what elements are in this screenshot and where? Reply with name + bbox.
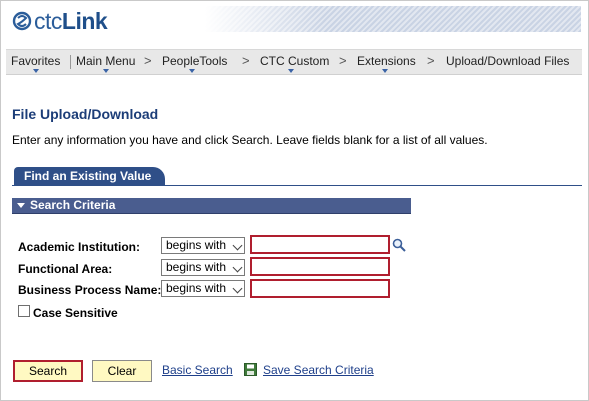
- nav-main-menu-caret-icon: [103, 69, 109, 73]
- logo-text-link: Link: [61, 7, 108, 34]
- nav-ctc-custom[interactable]: CTC Custom: [260, 54, 329, 68]
- nav-upload-download-files[interactable]: Upload/Download Files: [446, 54, 569, 68]
- save-search-criteria-link[interactable]: Save Search Criteria: [263, 363, 374, 377]
- nav-main-menu[interactable]: Main Menu: [76, 54, 135, 68]
- functional-area-input[interactable]: [250, 257, 390, 276]
- basic-search-link[interactable]: Basic Search: [162, 363, 233, 377]
- triangle-down-icon: [17, 203, 25, 208]
- business-process-name-input[interactable]: [250, 279, 390, 298]
- page-title: File Upload/Download: [12, 106, 159, 122]
- clear-button[interactable]: Clear: [92, 360, 152, 382]
- nav-chevron-icon: >: [242, 53, 250, 68]
- academic-institution-input[interactable]: [250, 235, 390, 254]
- nav-extensions[interactable]: Extensions: [357, 54, 416, 68]
- nav-chevron-icon: >: [339, 53, 347, 68]
- chevron-down-icon: [232, 262, 243, 273]
- nav-chevron-icon: >: [427, 53, 435, 68]
- logo-text-ctc: ctc: [34, 7, 62, 34]
- functional-area-operator-select[interactable]: begins with: [161, 259, 245, 276]
- nav-favorites-caret-icon: [33, 69, 39, 73]
- business-process-name-operator-value: begins with: [166, 281, 227, 295]
- academic-institution-operator-select[interactable]: begins with: [161, 237, 245, 254]
- case-sensitive-label: Case Sensitive: [33, 306, 118, 320]
- case-sensitive-checkbox[interactable]: [18, 305, 30, 317]
- nav-ctc-custom-caret-icon: [288, 69, 294, 73]
- nav-divider: [70, 55, 71, 69]
- search-criteria-label: Search Criteria: [30, 198, 116, 212]
- business-process-name-operator-select[interactable]: begins with: [161, 280, 245, 297]
- magnifier-icon[interactable]: [392, 238, 406, 252]
- save-icon[interactable]: [244, 363, 257, 376]
- nav-peopletools[interactable]: PeopleTools: [162, 54, 227, 68]
- tab-find-existing-value[interactable]: Find an Existing Value: [14, 167, 165, 186]
- chevron-down-icon: [232, 283, 243, 294]
- search-criteria-header[interactable]: Search Criteria: [12, 198, 411, 214]
- nav-favorites[interactable]: Favorites: [11, 54, 60, 68]
- nav-extensions-caret-icon: [382, 69, 388, 73]
- instructions-text: Enter any information you have and click…: [12, 133, 488, 147]
- nav-peopletools-caret-icon: [189, 69, 195, 73]
- academic-institution-operator-value: begins with: [166, 238, 227, 252]
- header-banner-fade: [205, 6, 325, 32]
- nav-bar: Favorites Main Menu > PeopleTools > CTC …: [6, 49, 582, 75]
- business-process-name-label: Business Process Name:: [18, 283, 162, 297]
- functional-area-operator-value: begins with: [166, 260, 227, 274]
- chevron-down-icon: [232, 240, 243, 251]
- ctclink-logo-mark-icon: [12, 11, 32, 31]
- search-button[interactable]: Search: [13, 360, 83, 382]
- ctclink-logo: ctc Link: [12, 6, 108, 36]
- tab-underline: [12, 185, 582, 186]
- academic-institution-label: Academic Institution:: [18, 240, 141, 254]
- nav-chevron-icon: >: [144, 53, 152, 68]
- functional-area-label: Functional Area:: [18, 262, 113, 276]
